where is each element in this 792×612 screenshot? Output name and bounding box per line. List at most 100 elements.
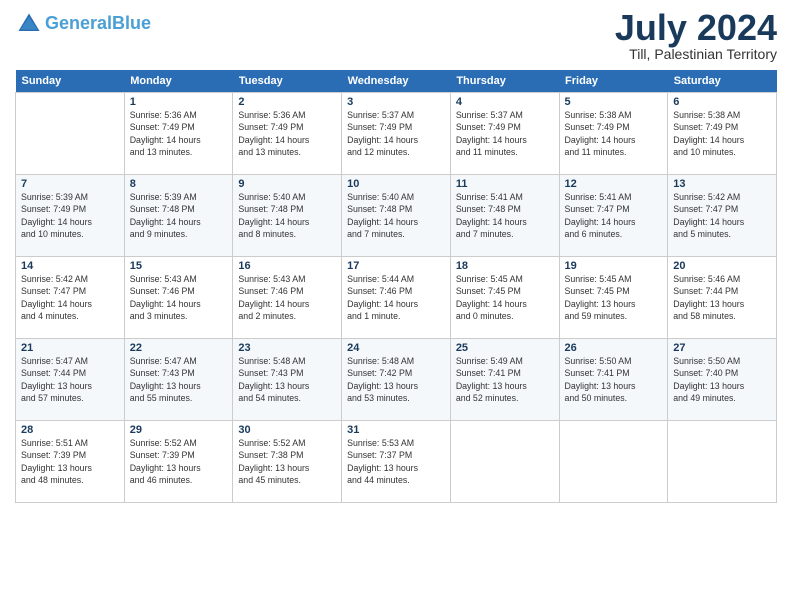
calendar-cell: 26Sunrise: 5:50 AM Sunset: 7:41 PM Dayli… [559,339,668,421]
day-number: 25 [456,342,554,354]
month-year: July 2024 [615,10,777,46]
day-of-week-header: Saturday [668,70,777,93]
calendar-cell [668,421,777,503]
title-area: July 2024 Till, Palestinian Territory [615,10,777,62]
calendar-cell: 1Sunrise: 5:36 AM Sunset: 7:49 PM Daylig… [124,93,233,175]
calendar-cell: 22Sunrise: 5:47 AM Sunset: 7:43 PM Dayli… [124,339,233,421]
calendar-header-row: SundayMondayTuesdayWednesdayThursdayFrid… [16,70,777,93]
calendar-week-row: 28Sunrise: 5:51 AM Sunset: 7:39 PM Dayli… [16,421,777,503]
day-info: Sunrise: 5:42 AM Sunset: 7:47 PM Dayligh… [21,273,119,322]
day-info: Sunrise: 5:38 AM Sunset: 7:49 PM Dayligh… [565,109,663,158]
day-number: 22 [130,342,228,354]
day-number: 8 [130,178,228,190]
day-number: 14 [21,260,119,272]
logo-line2: Blue [112,13,151,33]
day-info: Sunrise: 5:48 AM Sunset: 7:43 PM Dayligh… [238,355,336,404]
day-info: Sunrise: 5:51 AM Sunset: 7:39 PM Dayligh… [21,437,119,486]
calendar-cell: 19Sunrise: 5:45 AM Sunset: 7:45 PM Dayli… [559,257,668,339]
calendar-cell: 13Sunrise: 5:42 AM Sunset: 7:47 PM Dayli… [668,175,777,257]
day-info: Sunrise: 5:43 AM Sunset: 7:46 PM Dayligh… [130,273,228,322]
calendar-cell: 23Sunrise: 5:48 AM Sunset: 7:43 PM Dayli… [233,339,342,421]
day-info: Sunrise: 5:45 AM Sunset: 7:45 PM Dayligh… [565,273,663,322]
day-info: Sunrise: 5:41 AM Sunset: 7:47 PM Dayligh… [565,191,663,240]
day-number: 9 [238,178,336,190]
calendar-week-row: 14Sunrise: 5:42 AM Sunset: 7:47 PM Dayli… [16,257,777,339]
calendar-cell: 29Sunrise: 5:52 AM Sunset: 7:39 PM Dayli… [124,421,233,503]
calendar-cell [16,93,125,175]
day-number: 11 [456,178,554,190]
day-of-week-header: Thursday [450,70,559,93]
day-info: Sunrise: 5:49 AM Sunset: 7:41 PM Dayligh… [456,355,554,404]
day-number: 29 [130,424,228,436]
calendar-cell: 6Sunrise: 5:38 AM Sunset: 7:49 PM Daylig… [668,93,777,175]
day-info: Sunrise: 5:40 AM Sunset: 7:48 PM Dayligh… [238,191,336,240]
day-of-week-header: Monday [124,70,233,93]
day-info: Sunrise: 5:47 AM Sunset: 7:43 PM Dayligh… [130,355,228,404]
day-number: 16 [238,260,336,272]
day-number: 17 [347,260,445,272]
day-of-week-header: Friday [559,70,668,93]
day-number: 10 [347,178,445,190]
day-number: 30 [238,424,336,436]
calendar-cell: 8Sunrise: 5:39 AM Sunset: 7:48 PM Daylig… [124,175,233,257]
day-info: Sunrise: 5:46 AM Sunset: 7:44 PM Dayligh… [673,273,771,322]
calendar-cell: 28Sunrise: 5:51 AM Sunset: 7:39 PM Dayli… [16,421,125,503]
day-number: 18 [456,260,554,272]
day-number: 1 [130,96,228,108]
calendar-cell: 4Sunrise: 5:37 AM Sunset: 7:49 PM Daylig… [450,93,559,175]
day-info: Sunrise: 5:50 AM Sunset: 7:41 PM Dayligh… [565,355,663,404]
day-number: 4 [456,96,554,108]
calendar-cell: 16Sunrise: 5:43 AM Sunset: 7:46 PM Dayli… [233,257,342,339]
day-info: Sunrise: 5:38 AM Sunset: 7:49 PM Dayligh… [673,109,771,158]
calendar-cell: 20Sunrise: 5:46 AM Sunset: 7:44 PM Dayli… [668,257,777,339]
day-number: 19 [565,260,663,272]
calendar-cell: 7Sunrise: 5:39 AM Sunset: 7:49 PM Daylig… [16,175,125,257]
day-number: 5 [565,96,663,108]
day-number: 21 [21,342,119,354]
calendar-cell: 9Sunrise: 5:40 AM Sunset: 7:48 PM Daylig… [233,175,342,257]
day-number: 13 [673,178,771,190]
day-number: 27 [673,342,771,354]
calendar-cell: 17Sunrise: 5:44 AM Sunset: 7:46 PM Dayli… [342,257,451,339]
calendar-cell: 14Sunrise: 5:42 AM Sunset: 7:47 PM Dayli… [16,257,125,339]
day-info: Sunrise: 5:44 AM Sunset: 7:46 PM Dayligh… [347,273,445,322]
logo: GeneralBlue [15,10,151,38]
calendar-cell: 27Sunrise: 5:50 AM Sunset: 7:40 PM Dayli… [668,339,777,421]
day-info: Sunrise: 5:36 AM Sunset: 7:49 PM Dayligh… [130,109,228,158]
calendar-cell: 3Sunrise: 5:37 AM Sunset: 7:49 PM Daylig… [342,93,451,175]
day-number: 15 [130,260,228,272]
day-number: 31 [347,424,445,436]
day-info: Sunrise: 5:39 AM Sunset: 7:49 PM Dayligh… [21,191,119,240]
day-info: Sunrise: 5:48 AM Sunset: 7:42 PM Dayligh… [347,355,445,404]
day-info: Sunrise: 5:53 AM Sunset: 7:37 PM Dayligh… [347,437,445,486]
day-info: Sunrise: 5:47 AM Sunset: 7:44 PM Dayligh… [21,355,119,404]
day-number: 24 [347,342,445,354]
location: Till, Palestinian Territory [615,46,777,62]
calendar-cell: 30Sunrise: 5:52 AM Sunset: 7:38 PM Dayli… [233,421,342,503]
header: GeneralBlue July 2024 Till, Palestinian … [15,10,777,62]
day-of-week-header: Wednesday [342,70,451,93]
day-number: 12 [565,178,663,190]
day-info: Sunrise: 5:42 AM Sunset: 7:47 PM Dayligh… [673,191,771,240]
logo-line1: General [45,13,112,33]
calendar-cell: 10Sunrise: 5:40 AM Sunset: 7:48 PM Dayli… [342,175,451,257]
day-info: Sunrise: 5:37 AM Sunset: 7:49 PM Dayligh… [347,109,445,158]
calendar-cell [450,421,559,503]
day-number: 6 [673,96,771,108]
day-number: 28 [21,424,119,436]
day-info: Sunrise: 5:39 AM Sunset: 7:48 PM Dayligh… [130,191,228,240]
day-info: Sunrise: 5:36 AM Sunset: 7:49 PM Dayligh… [238,109,336,158]
day-info: Sunrise: 5:37 AM Sunset: 7:49 PM Dayligh… [456,109,554,158]
day-info: Sunrise: 5:43 AM Sunset: 7:46 PM Dayligh… [238,273,336,322]
calendar-cell: 2Sunrise: 5:36 AM Sunset: 7:49 PM Daylig… [233,93,342,175]
page: GeneralBlue July 2024 Till, Palestinian … [0,0,792,612]
calendar-week-row: 7Sunrise: 5:39 AM Sunset: 7:49 PM Daylig… [16,175,777,257]
day-number: 3 [347,96,445,108]
day-of-week-header: Tuesday [233,70,342,93]
day-number: 26 [565,342,663,354]
logo-icon [15,10,43,38]
calendar: SundayMondayTuesdayWednesdayThursdayFrid… [15,70,777,503]
calendar-cell: 24Sunrise: 5:48 AM Sunset: 7:42 PM Dayli… [342,339,451,421]
calendar-cell: 21Sunrise: 5:47 AM Sunset: 7:44 PM Dayli… [16,339,125,421]
logo-text: GeneralBlue [45,14,151,34]
